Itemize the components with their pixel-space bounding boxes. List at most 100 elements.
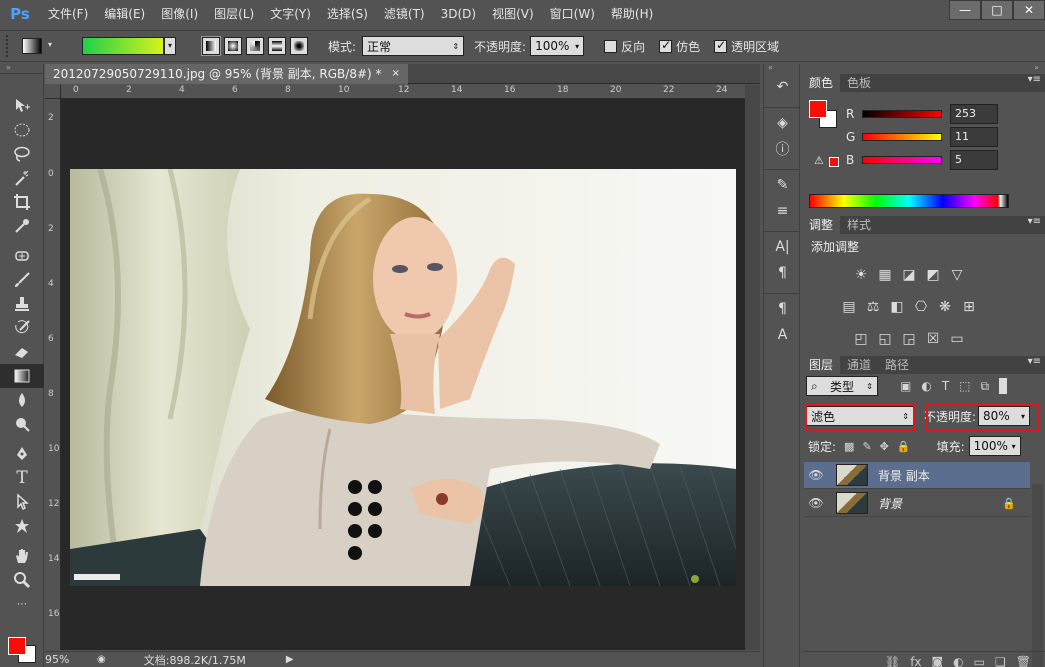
layer-thumbnail[interactable] xyxy=(836,492,868,514)
panels-collapse-icon[interactable]: » xyxy=(802,64,1045,74)
visibility-eye-icon[interactable]: 👁 xyxy=(804,496,828,510)
eyedropper-tool-icon[interactable] xyxy=(0,214,44,238)
selective-color-icon[interactable]: ☒ xyxy=(922,328,944,350)
reverse-checkbox[interactable] xyxy=(604,39,618,53)
dock-collapse-icon[interactable]: « xyxy=(764,64,799,74)
layer-thumbnail[interactable] xyxy=(836,464,868,486)
tab-channels[interactable]: 通道 xyxy=(840,356,878,374)
menu-3d[interactable]: 3D(D) xyxy=(433,0,484,28)
filter-smart-object-icon[interactable]: ⧉ xyxy=(981,379,990,394)
canvas-area[interactable] xyxy=(61,99,745,650)
fill-input[interactable]: 100% ▾ xyxy=(968,436,1021,456)
foreground-color-swatch[interactable] xyxy=(8,637,26,655)
layer-name[interactable]: 背景 xyxy=(878,495,902,512)
crop-tool-icon[interactable] xyxy=(0,190,44,214)
tab-adjustments[interactable]: 调整 xyxy=(802,216,841,234)
filter-toggle[interactable] xyxy=(999,378,1008,394)
green-value-input[interactable]: 11 xyxy=(950,127,998,147)
transparency-checkbox[interactable] xyxy=(714,38,728,53)
horizontal-ruler[interactable]: 0 2 4 6 8 10 12 14 16 18 20 22 24 xyxy=(61,85,745,99)
blue-slider[interactable] xyxy=(862,156,942,164)
character-styles-icon[interactable]: A xyxy=(764,322,801,348)
gradient-editor-swatch[interactable] xyxy=(82,37,164,55)
zoom-tool-icon[interactable] xyxy=(0,568,44,592)
menu-edit[interactable]: 编辑(E) xyxy=(96,0,153,28)
posterize-icon[interactable]: ◱ xyxy=(874,328,896,350)
green-slider[interactable] xyxy=(862,133,942,141)
clone-stamp-tool-icon[interactable] xyxy=(0,292,44,316)
visibility-eye-icon[interactable]: 👁 xyxy=(804,468,828,482)
color-spectrum-ramp[interactable] xyxy=(809,194,1009,208)
new-layer-icon[interactable]: ❏ xyxy=(995,655,1006,667)
brush-tool-icon[interactable] xyxy=(0,268,44,292)
color-lookup-icon[interactable]: ⊞ xyxy=(958,296,980,318)
options-grip[interactable] xyxy=(6,35,16,57)
menu-filter[interactable]: 滤镜(T) xyxy=(376,0,433,28)
red-slider[interactable] xyxy=(862,110,942,118)
minimize-button[interactable]: — xyxy=(949,0,981,20)
3d-panel-icon[interactable]: ◈ xyxy=(764,110,801,136)
threshold-icon[interactable]: ◲ xyxy=(898,328,920,350)
layer-row[interactable]: 👁 背景 副本 xyxy=(804,462,1030,489)
lock-transparent-icon[interactable]: ▩ xyxy=(844,440,854,453)
gamut-warning-icon[interactable]: ⚠ xyxy=(814,154,824,167)
adjustment-icon[interactable]: ◐ xyxy=(953,655,963,667)
layer-filter-select[interactable]: ⌕ 类型 ⇕ xyxy=(806,376,878,396)
gradient-tool-icon[interactable] xyxy=(0,364,44,388)
menu-image[interactable]: 图像(I) xyxy=(153,0,206,28)
info-panel-icon[interactable]: ⓘ xyxy=(764,136,801,162)
curves-icon[interactable]: ◪ xyxy=(898,264,920,286)
lock-all-icon[interactable]: 🔒 xyxy=(897,440,911,453)
filter-type-icon[interactable]: T xyxy=(942,379,949,393)
tab-color[interactable]: 颜色 xyxy=(802,74,841,92)
tab-layers[interactable]: 图层 xyxy=(802,356,841,374)
magic-wand-tool-icon[interactable] xyxy=(0,166,44,190)
color-panel-foreground-swatch[interactable] xyxy=(809,100,827,118)
status-info-icon[interactable]: ◉ xyxy=(97,654,106,665)
gradient-tool-preset-icon[interactable] xyxy=(22,38,42,54)
panel-menu-icon[interactable]: ▾≡ xyxy=(1028,74,1041,85)
menu-file[interactable]: 文件(F) xyxy=(40,0,96,28)
group-icon[interactable]: ▭ xyxy=(974,655,985,667)
filter-shape-icon[interactable]: ⬚ xyxy=(959,379,970,393)
ruler-origin[interactable] xyxy=(45,85,61,99)
preset-dropdown-icon[interactable]: ▾ xyxy=(44,37,56,55)
angle-gradient-button[interactable] xyxy=(246,37,264,55)
maximize-button[interactable]: □ xyxy=(981,0,1013,20)
menu-layer[interactable]: 图层(L) xyxy=(206,0,262,28)
history-panel-icon[interactable]: ↶ xyxy=(764,74,801,100)
tab-styles[interactable]: 样式 xyxy=(840,216,878,234)
radial-gradient-button[interactable] xyxy=(224,37,242,55)
channel-mixer-icon[interactable]: ❋ xyxy=(934,296,956,318)
close-button[interactable]: ✕ xyxy=(1013,0,1045,20)
layer-name[interactable]: 背景 副本 xyxy=(878,467,930,484)
panel-menu-icon[interactable]: ▾≡ xyxy=(1028,356,1041,367)
menu-view[interactable]: 视图(V) xyxy=(484,0,542,28)
layers-scrollbar[interactable] xyxy=(1032,484,1043,667)
tools-collapse-icon[interactable]: » xyxy=(0,64,43,74)
panel-menu-icon[interactable]: ▾≡ xyxy=(1028,216,1041,227)
brightness-icon[interactable]: ☀ xyxy=(850,264,872,286)
lock-image-icon[interactable]: ✎ xyxy=(862,440,871,453)
status-menu-arrow-icon[interactable]: ▶ xyxy=(286,654,294,665)
history-brush-tool-icon[interactable] xyxy=(0,316,44,340)
zoom-level[interactable]: 95% xyxy=(45,653,85,666)
menu-select[interactable]: 选择(S) xyxy=(319,0,376,28)
document-photo[interactable] xyxy=(70,169,736,586)
menu-type[interactable]: 文字(Y) xyxy=(262,0,319,28)
red-value-input[interactable]: 253 xyxy=(950,104,998,124)
vibrance-icon[interactable]: ▽ xyxy=(946,264,968,286)
diamond-gradient-button[interactable] xyxy=(290,37,308,55)
more-tools-icon[interactable]: ⋯ xyxy=(0,592,44,616)
dodge-tool-icon[interactable] xyxy=(0,412,44,436)
lock-position-icon[interactable]: ✥ xyxy=(880,440,889,453)
menu-help[interactable]: 帮助(H) xyxy=(603,0,661,28)
move-tool-icon[interactable] xyxy=(0,94,44,118)
paragraph-panel-icon[interactable]: ¶ xyxy=(764,260,801,286)
gamut-color-swatch[interactable] xyxy=(829,157,839,167)
tab-paths[interactable]: 路径 xyxy=(878,356,916,374)
invert-icon[interactable]: ◰ xyxy=(850,328,872,350)
fx-icon[interactable]: fx xyxy=(910,655,921,667)
blur-tool-icon[interactable] xyxy=(0,388,44,412)
menu-window[interactable]: 窗口(W) xyxy=(542,0,603,28)
